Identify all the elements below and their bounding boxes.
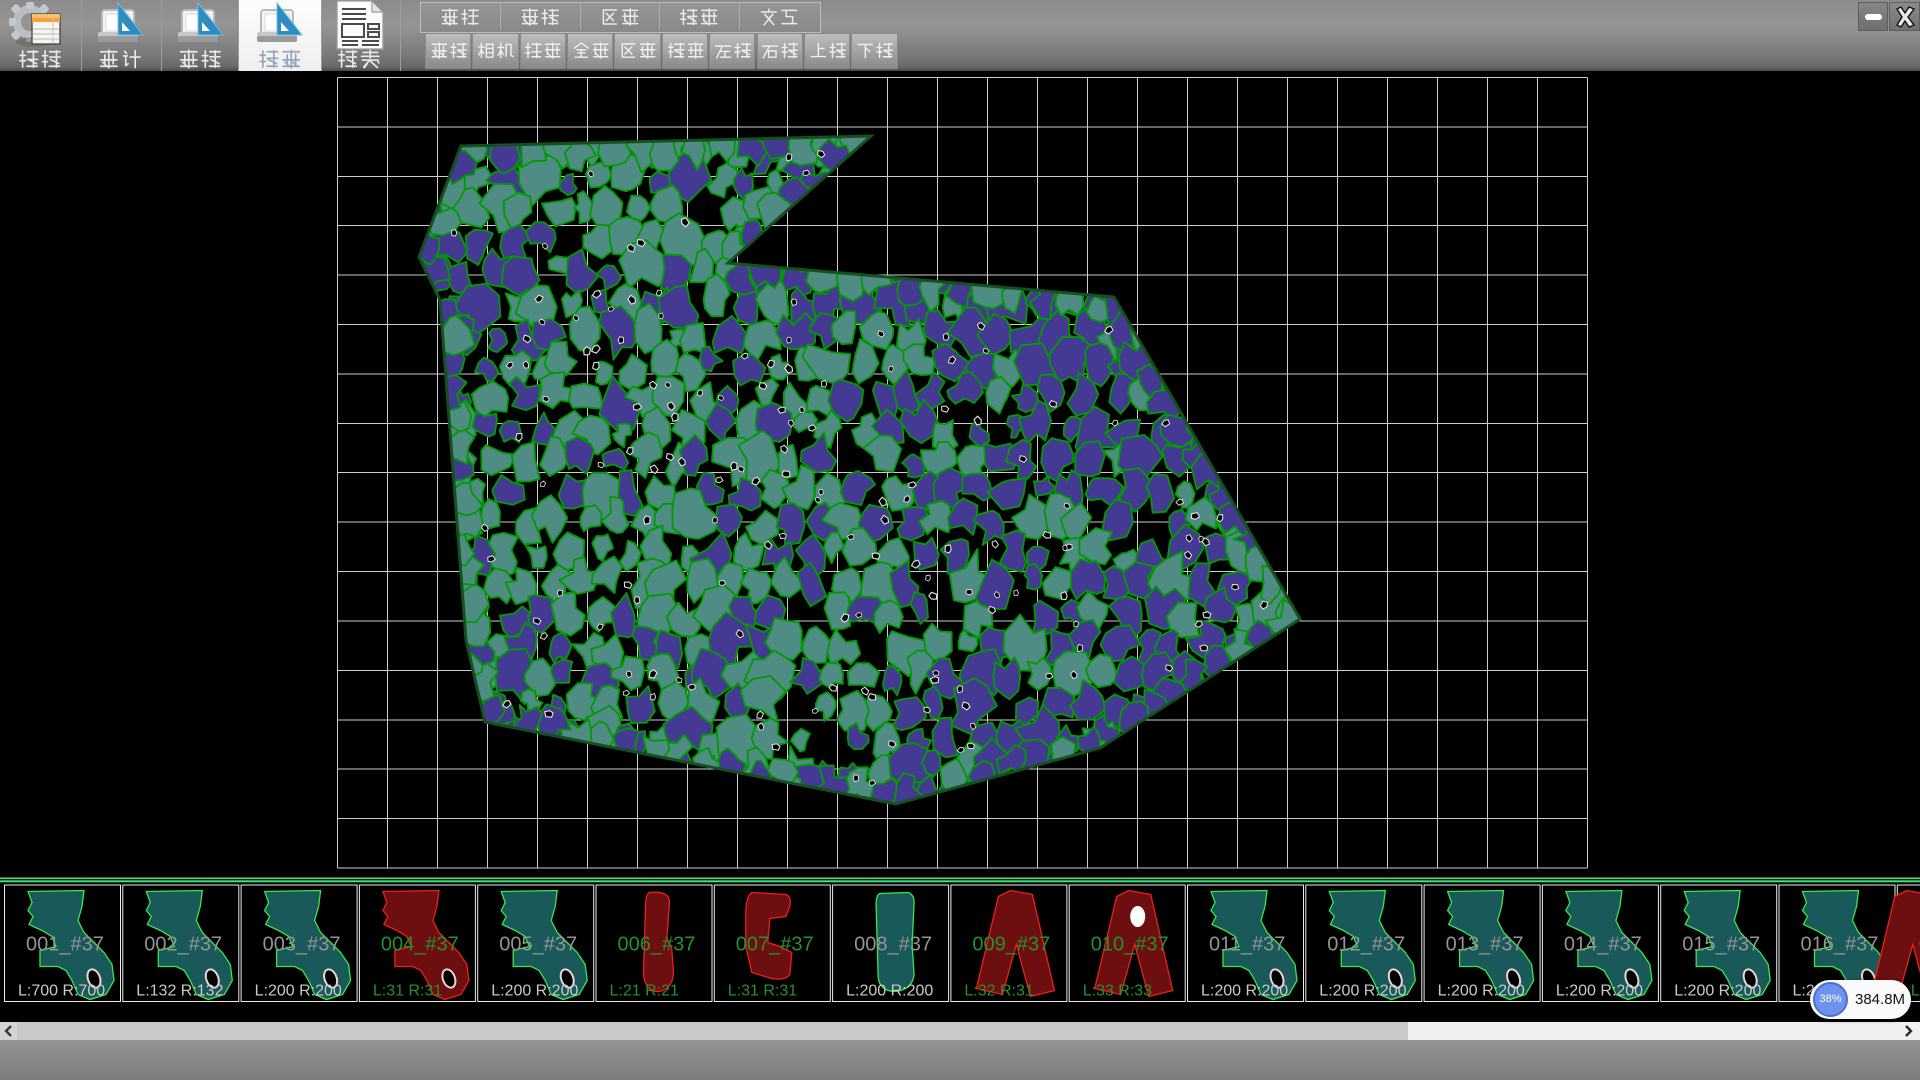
svg-text:003_#37: 003_#37 — [263, 934, 341, 956]
svg-text:004_#37: 004_#37 — [381, 934, 459, 956]
svg-text:L:700 R:700: L:700 R:700 — [18, 983, 105, 1000]
svg-text:015_#37: 015_#37 — [1682, 934, 1760, 956]
svg-text:L:200 R:200: L:200 R:200 — [1556, 983, 1643, 1000]
svg-text:L:32 R:31: L:32 R:31 — [964, 983, 1033, 1000]
svg-text:001_#37: 001_#37 — [26, 934, 104, 956]
svg-text:010_#37: 010_#37 — [1091, 934, 1169, 956]
svg-text:L:200 R:200: L:200 R:200 — [1201, 983, 1288, 1000]
svg-text:L:200 R:200: L:200 R:200 — [1438, 983, 1525, 1000]
svg-text:L:21 R:21: L:21 R:21 — [610, 983, 679, 1000]
svg-text:L:31 R:31: L:31 R:31 — [1911, 983, 1920, 1000]
svg-text:006_#37: 006_#37 — [618, 934, 696, 956]
svg-text:008_#37: 008_#37 — [854, 934, 932, 956]
svg-text:014_#37: 014_#37 — [1564, 934, 1642, 956]
svg-text:L:200 R:200: L:200 R:200 — [1674, 983, 1761, 1000]
svg-text:005_#37: 005_#37 — [499, 934, 577, 956]
svg-text:L:31 R:31: L:31 R:31 — [373, 983, 442, 1000]
svg-text:L:200 R:200: L:200 R:200 — [491, 983, 578, 1000]
svg-text:009_#37: 009_#37 — [972, 934, 1050, 956]
svg-text:L:33 R:33: L:33 R:33 — [1083, 983, 1152, 1000]
svg-text:002_#37: 002_#37 — [144, 934, 222, 956]
svg-text:016_#37: 016_#37 — [1801, 934, 1879, 956]
svg-text:013_#37: 013_#37 — [1446, 934, 1524, 956]
svg-text:L:200 R:200: L:200 R:200 — [846, 983, 933, 1000]
svg-text:L:200 R:200: L:200 R:200 — [1319, 983, 1406, 1000]
svg-text:L:200 R:200: L:200 R:200 — [255, 983, 342, 1000]
svg-text:L:132 R:132: L:132 R:132 — [136, 983, 223, 1000]
svg-text:011_#37: 011_#37 — [1209, 934, 1285, 956]
svg-text:007_#37: 007_#37 — [736, 934, 814, 956]
svg-text:L:31 R:31: L:31 R:31 — [728, 983, 797, 1000]
svg-text:012_#37: 012_#37 — [1327, 934, 1405, 956]
